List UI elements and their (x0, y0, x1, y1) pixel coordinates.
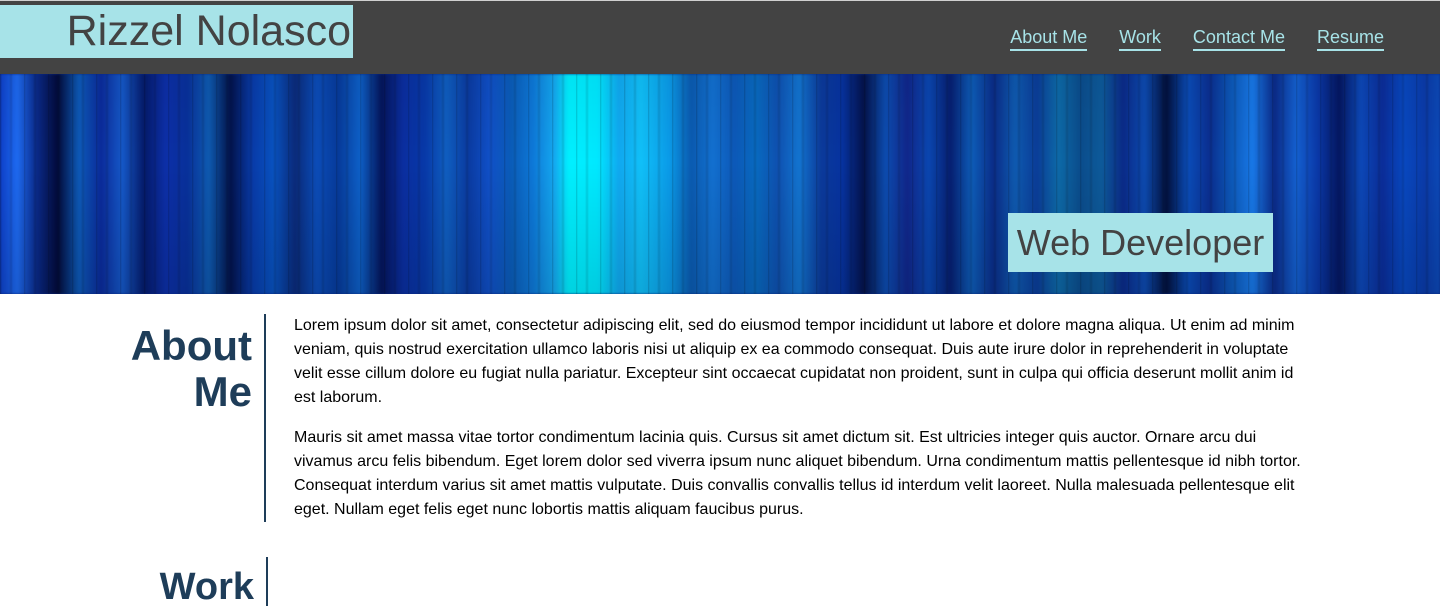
hero-banner: Web Developer (0, 74, 1440, 294)
nav-link-resume[interactable]: Resume (1316, 27, 1384, 51)
work-section: Work (0, 557, 1440, 606)
nav-link-contact-me[interactable]: Contact Me (1192, 27, 1285, 51)
about-body: Lorem ipsum dolor sit amet, consectetur … (294, 314, 1306, 538)
about-divider (264, 314, 266, 522)
main-nav: About Me Work Contact Me Resume (1010, 27, 1384, 51)
nav-link-about-me[interactable]: About Me (1010, 27, 1088, 51)
work-divider (266, 557, 268, 606)
hero-title: Web Developer (1008, 213, 1273, 272)
about-section: About Me Lorem ipsum dolor sit amet, con… (0, 314, 1440, 522)
work-heading: Work (159, 566, 254, 606)
about-heading-line1: About (130, 322, 252, 369)
about-heading-line2: Me (193, 368, 252, 415)
about-paragraph: Lorem ipsum dolor sit amet, consectetur … (294, 317, 1295, 406)
nav-link-work[interactable]: Work (1119, 27, 1161, 51)
about-heading: About Me (120, 323, 252, 415)
site-header: Rizzel Nolasco About Me Work Contact Me … (0, 0, 1440, 74)
about-paragraph: Mauris sit amet massa vitae tortor condi… (294, 429, 1301, 518)
site-logo[interactable]: Rizzel Nolasco (0, 5, 353, 58)
